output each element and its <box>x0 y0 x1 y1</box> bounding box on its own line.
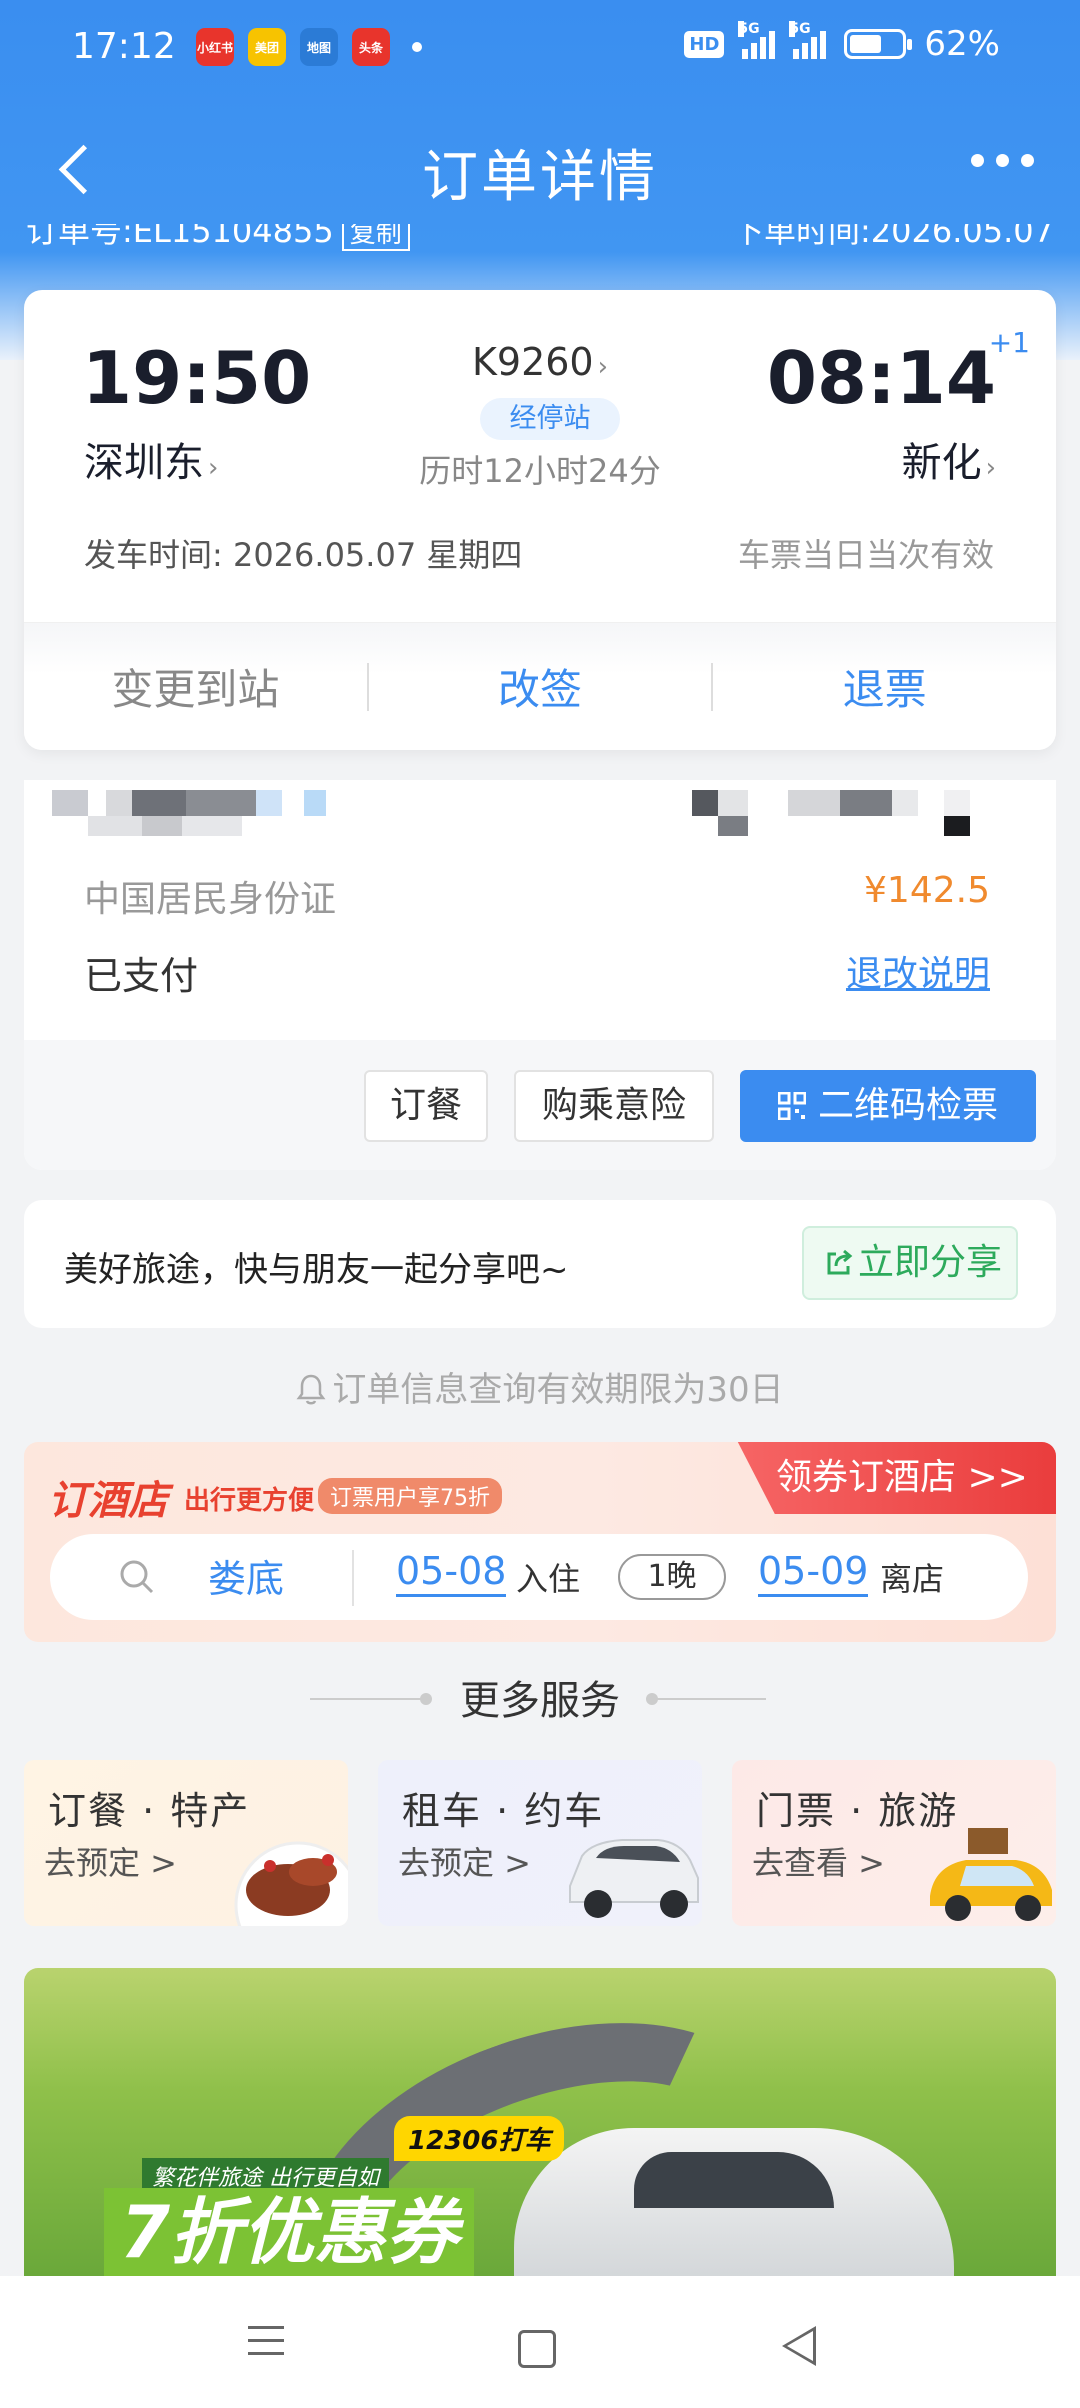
service-action: 去预定 > <box>44 1844 177 1882</box>
change-station-button[interactable]: 变更到站 <box>24 656 367 717</box>
hotel-subtitle: 出行更方便 <box>184 1486 315 1516</box>
service-title: 订餐 · 特产 <box>48 1789 251 1833</box>
car-icon <box>569 1839 699 1918</box>
nights-count: 1晚 <box>618 1554 726 1600</box>
share-icon <box>827 1249 853 1275</box>
battery-percent: 62% <box>924 24 1000 64</box>
share-text: 美好旅途，快与朋友一起分享吧~ <box>64 1250 569 1290</box>
order-number: 订单号:EL15104855 <box>26 224 334 250</box>
hotel-city[interactable]: 娄底 <box>208 1548 284 1603</box>
signal-5g-icon-2: 5G <box>789 21 827 59</box>
xiaohongshu-app-icon: 小红书 <box>196 28 234 66</box>
query-validity-notice: 订单信息查询有效期限为30日 <box>0 1362 1080 1411</box>
car-illustration <box>514 2128 954 2276</box>
status-time: 17:12 <box>72 26 176 67</box>
checkin-label: 入住 <box>516 1560 581 1598</box>
battery-icon <box>844 29 913 59</box>
ticket-card: 19:50 深圳东 › K9260 › 经停站 历时12小时24分 08:14 +1… <box>24 290 1056 750</box>
bell-icon <box>296 1374 326 1405</box>
ticket-validity: 车票当日当次有效 <box>737 536 994 574</box>
hd-voice-icon: HD <box>684 30 725 58</box>
next-day-badge: +1 <box>988 326 1030 359</box>
share-now-button[interactable]: 立即分享 <box>802 1226 1018 1300</box>
arrival-station[interactable]: 新化 › <box>902 430 996 488</box>
banner-tag: 12306打车 <box>394 2116 565 2161</box>
service-action: 去预定 > <box>398 1844 531 1882</box>
refund-rules-link[interactable]: 退改说明 <box>846 945 990 997</box>
hotel-logo: 订酒店 <box>48 1478 168 1524</box>
order-info-line: 订单号:EL15104855 复制 下单时间:2026.05.07 <box>26 224 1054 264</box>
hotel-booking-card: 订酒店 出行更方便 订票用户享75折 领券订酒店 >> 娄底 05-08 入住 … <box>24 1442 1056 1642</box>
recent-apps-icon[interactable] <box>236 2316 296 2376</box>
arrival-time: 08:14 <box>766 336 996 420</box>
service-tickets-travel[interactable]: 门票 · 旅游 去查看 > <box>732 1760 1056 1926</box>
hotel-search-bar[interactable]: 娄底 05-08 入住 1晚 05-09 离店 <box>50 1534 1028 1620</box>
status-bar: 17:12 小红书 美团 地图 头条 HD 5G 5G 62% <box>0 0 1080 96</box>
qr-code-icon <box>777 1092 806 1120</box>
chevron-right-icon: › <box>985 453 996 483</box>
back-triangle-icon[interactable] <box>770 2316 830 2376</box>
home-icon[interactable] <box>504 2316 564 2376</box>
refund-button[interactable]: 退票 <box>713 656 1056 717</box>
hotel-discount-tag: 订票用户享75折 <box>318 1478 502 1514</box>
chevron-right-icon: › <box>597 352 609 382</box>
page-title: 订单详情 <box>422 145 658 210</box>
passenger-card: 中国居民身份证 ¥142.5 已支付 退改说明 订餐 购乘意险 二维码检票 <box>24 780 1056 1170</box>
service-car-rental[interactable]: 租车 · 约车 去预定 > <box>378 1760 702 1926</box>
buy-insurance-button[interactable]: 购乘意险 <box>514 1070 714 1142</box>
meituan-app-icon: 美团 <box>248 28 286 66</box>
notification-app-icons: 小红书 美团 地图 头条 <box>196 28 422 66</box>
qr-checkin-button[interactable]: 二维码检票 <box>740 1070 1036 1142</box>
signal-5g-icon: 5G <box>738 21 776 59</box>
ticket-actions: 变更到站 改签 退票 <box>24 622 1056 750</box>
more-services-title: 更多服务 <box>460 1678 620 1724</box>
divider <box>352 1550 354 1606</box>
departure-date: 发车时间: 2026.05.07 星期四 <box>84 536 523 574</box>
passenger-actions: 订餐 购乘意险 二维码检票 <box>24 1040 1056 1170</box>
checkout-date[interactable]: 05-09 <box>758 1548 869 1597</box>
hotel-coupon-button[interactable]: 领券订酒店 >> <box>737 1442 1056 1514</box>
banner-headline: 7折优惠券 <box>104 2188 475 2276</box>
rebook-button[interactable]: 改签 <box>369 656 712 717</box>
checkout-label: 离店 <box>880 1560 945 1598</box>
share-card: 美好旅途，快与朋友一起分享吧~ 立即分享 <box>24 1200 1056 1328</box>
payment-status: 已支付 <box>84 954 199 998</box>
checkin-date[interactable]: 05-08 <box>396 1548 507 1597</box>
toutiao-app-icon: 头条 <box>352 28 390 66</box>
ticket-price: ¥142.5 <box>864 870 990 911</box>
divider <box>650 1698 766 1700</box>
service-meal-specialty[interactable]: 订餐 · 特产 去预定 > <box>24 1760 348 1926</box>
search-icon <box>120 1560 154 1594</box>
order-meal-button[interactable]: 订餐 <box>364 1070 488 1142</box>
food-plate-icon <box>234 1841 348 1926</box>
stops-button[interactable]: 经停站 <box>480 398 620 440</box>
taxi-promo-banner[interactable]: 12306打车 繁花伴旅途 出行更自如 7折优惠券 <box>24 1968 1056 2276</box>
order-time: 下单时间:2026.05.07 <box>731 224 1054 250</box>
map-app-icon: 地图 <box>300 28 338 66</box>
system-navigation-bar <box>0 2276 1080 2408</box>
more-notifications-dot <box>412 42 422 52</box>
more-options-icon[interactable] <box>971 154 1034 167</box>
service-action: 去查看 > <box>752 1844 885 1882</box>
copy-button[interactable]: 复制 <box>341 224 410 251</box>
app-header: 订单详情 <box>0 110 1080 230</box>
travel-car-icon <box>930 1828 1052 1921</box>
id-type: 中国居民身份证 <box>84 879 337 920</box>
